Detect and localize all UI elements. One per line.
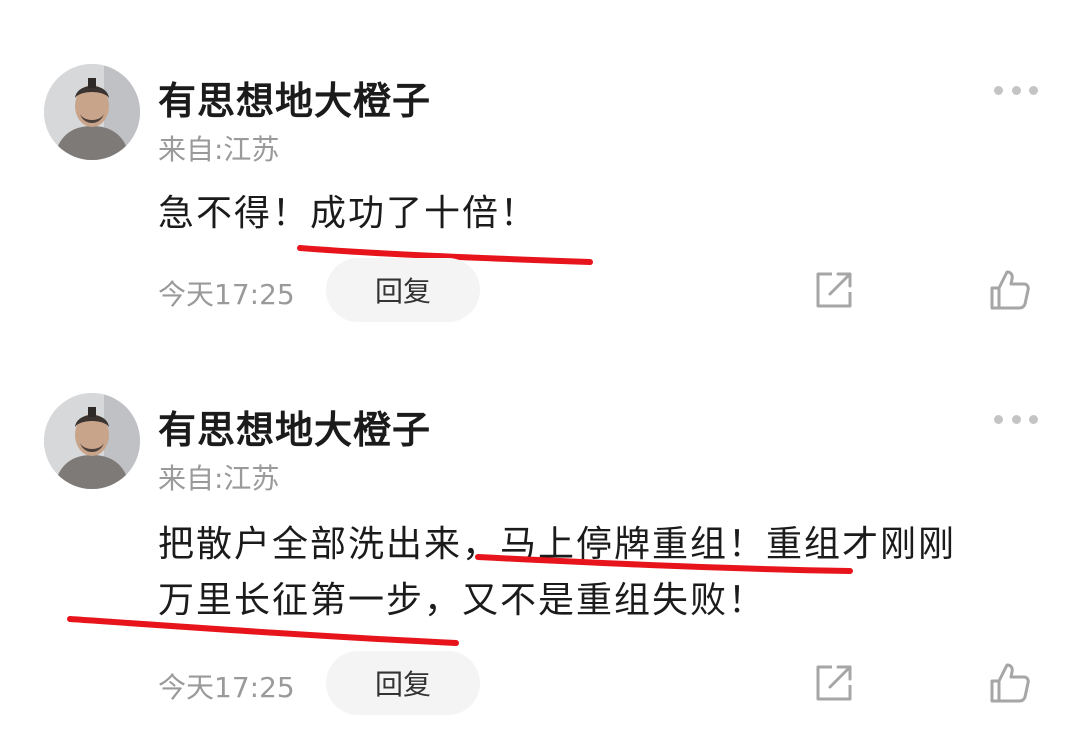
more-dots-icon[interactable] bbox=[994, 84, 1038, 96]
comment-line: 把散户全部洗出来，马上停牌重组！重组才刚刚 bbox=[158, 524, 957, 565]
comment-item: 有思想地大橙子 来自:江苏 急不得！成功了十倍！ 今天17:25 回复 bbox=[0, 64, 1080, 334]
timestamp: 今天17:25 bbox=[158, 278, 295, 311]
username[interactable]: 有思想地大橙子 bbox=[158, 399, 431, 454]
comment-line: 万里长征第一步，又不是重组失败！ bbox=[158, 580, 767, 621]
reply-button[interactable]: 回复 bbox=[326, 258, 480, 322]
comment-item: 有思想地大橙子 来自:江苏 把散户全部洗出来，马上停牌重组！重组才刚刚 万里长征… bbox=[0, 393, 1080, 715]
share-icon[interactable] bbox=[812, 661, 856, 705]
comment-text: 把散户全部洗出来，马上停牌重组！重组才刚刚 万里长征第一步，又不是重组失败！ bbox=[158, 517, 956, 629]
thumbs-up-icon[interactable] bbox=[988, 661, 1032, 705]
reply-button[interactable]: 回复 bbox=[326, 651, 480, 715]
location-label: 来自:江苏 bbox=[158, 462, 280, 495]
comment-text: 急不得！成功了十倍！ bbox=[158, 188, 538, 240]
comment-line: 急不得！成功了十倍！ bbox=[158, 193, 539, 234]
thumbs-up-icon[interactable] bbox=[988, 268, 1032, 312]
location-label: 来自:江苏 bbox=[158, 133, 280, 166]
timestamp: 今天17:25 bbox=[158, 671, 295, 704]
username[interactable]: 有思想地大橙子 bbox=[158, 70, 431, 125]
share-icon[interactable] bbox=[812, 268, 856, 312]
avatar[interactable] bbox=[44, 393, 140, 489]
more-dots-icon[interactable] bbox=[994, 413, 1038, 425]
avatar[interactable] bbox=[44, 64, 140, 160]
